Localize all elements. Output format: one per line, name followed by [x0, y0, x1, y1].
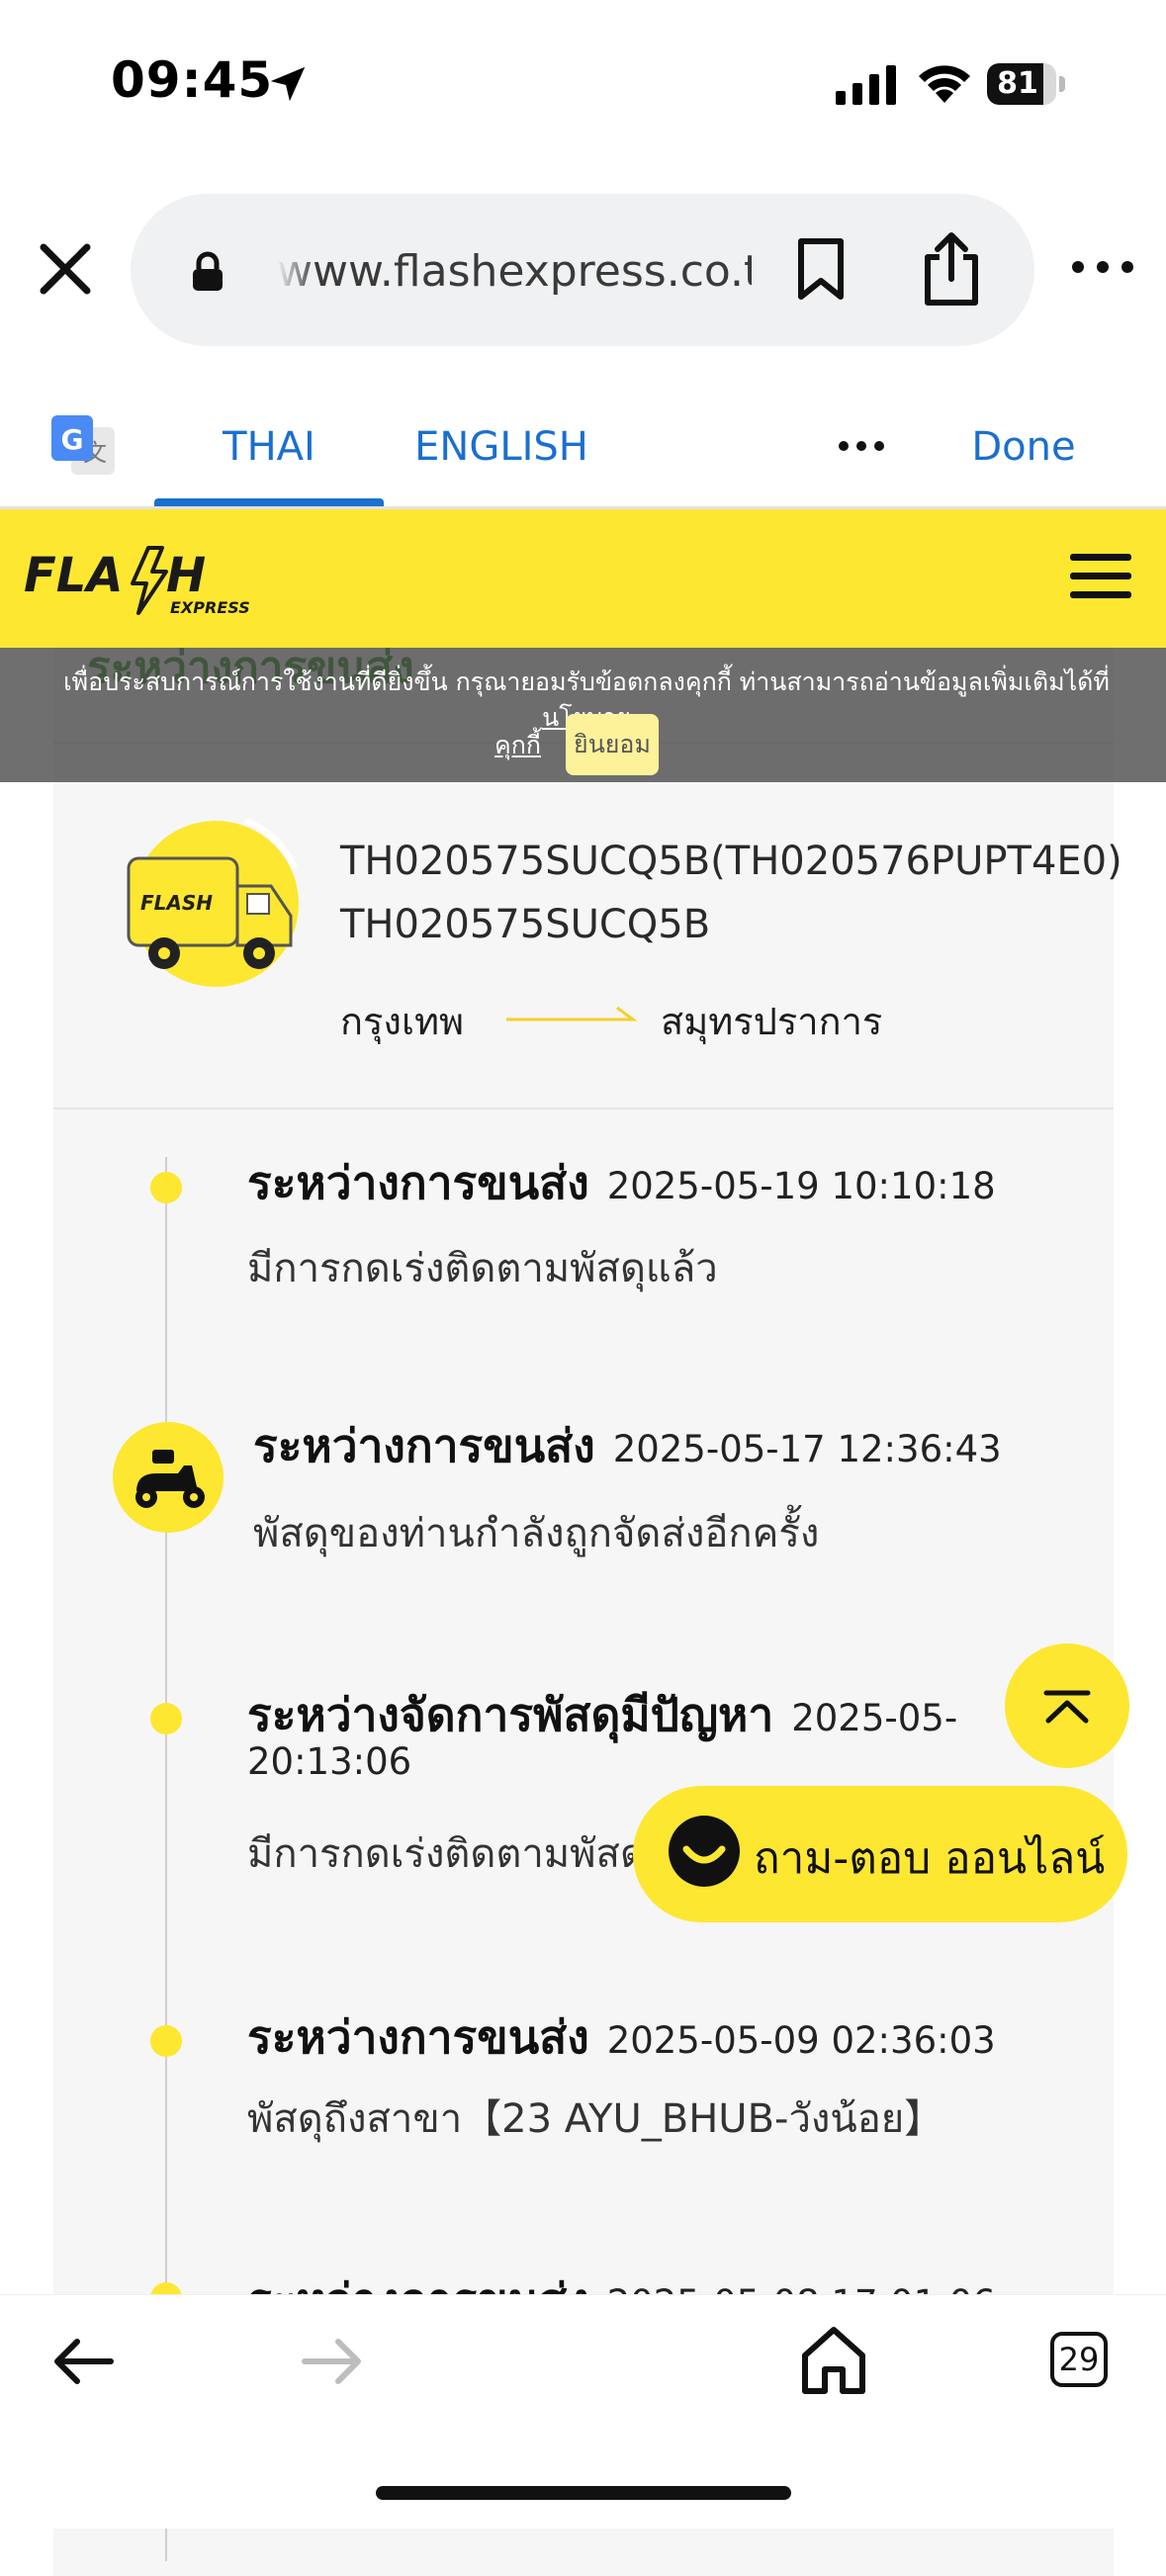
event-status: ระหว่างการขนส่ง [247, 2010, 589, 2064]
route-arrow-icon [506, 1006, 638, 1022]
home-icon[interactable] [799, 2324, 868, 2395]
destination-city: สมุทรปราการ [661, 1000, 883, 1043]
bookmark-icon[interactable] [795, 237, 847, 301]
hamburger-icon[interactable] [1070, 552, 1131, 601]
chat-icon [669, 1816, 740, 1887]
more-icon[interactable] [1068, 247, 1137, 287]
google-translate-icon: 文 G [51, 415, 115, 475]
status-time: 09:45 [111, 51, 274, 109]
timeline-dot [150, 2025, 182, 2057]
back-icon[interactable] [51, 2334, 115, 2389]
svg-text:G: G [61, 423, 84, 456]
timeline-event-heading: ระหว่างการขนส่ง 2025-05-19 10:10:18 [247, 1147, 996, 1219]
close-icon[interactable] [34, 237, 97, 301]
event-time: 2025-05-09 02:36:03 [606, 2019, 996, 2062]
forward-icon[interactable] [301, 2334, 364, 2389]
event-status: ระหว่างการขนส่ง [253, 1419, 595, 1472]
divider [53, 1108, 1114, 1110]
tab-thai[interactable]: THAI [154, 415, 384, 504]
event-description: มีการกดเร่งติดตามพัสดุแล้ว [247, 1831, 643, 1877]
scooter-marker [113, 1422, 224, 1533]
svg-text:FLASH: FLASH [140, 891, 213, 915]
scroll-top-button[interactable] [1005, 1643, 1129, 1768]
event-status: ระหว่างการขนส่ง [247, 1156, 589, 1209]
done-button[interactable]: Done [949, 415, 1098, 479]
scooter-icon [135, 1450, 205, 1508]
battery-icon: 81 [987, 63, 1066, 105]
event-description: พัสดุถึงสาขา【23 AYU_BHUB-วังน้อย】 [247, 2096, 944, 2142]
svg-text:EXPRESS: EXPRESS [170, 598, 250, 617]
tabs-icon[interactable]: 29 [1050, 2332, 1116, 2393]
timeline-dot [150, 1172, 182, 1203]
truck-icon: FLASH [127, 818, 299, 987]
event-time-continued: 20:13:06 [247, 1740, 412, 1783]
tracking-number-combined: TH020575SUCQ5B(TH020576PUPT4E0) [340, 839, 1122, 884]
translate-more-icon[interactable] [837, 431, 886, 461]
timeline-dot [150, 1703, 182, 1734]
event-status: ระหว่างจัดการพัสดุมีปัญหา [247, 1688, 774, 1741]
tracking-number: TH020575SUCQ5B [340, 902, 711, 947]
svg-text:FLA: FLA [24, 548, 124, 603]
flash-express-logo[interactable]: FLA H EXPRESS [22, 534, 259, 623]
home-indicator[interactable] [376, 2486, 791, 2500]
cookie-message: เพื่อประสบการณ์การใช้งานที่ดียิ่งขึ้น กร… [63, 667, 1110, 696]
share-icon[interactable] [920, 231, 983, 307]
event-description: มีการกดเร่งติดตามพัสดุแล้ว [247, 1246, 718, 1291]
wifi-icon [919, 65, 970, 103]
location-arrow-icon [270, 66, 306, 102]
cookie-policy-link-2[interactable]: คุกกี้ [494, 726, 541, 765]
cookie-accept-button[interactable]: ยินยอม [566, 714, 659, 775]
event-time: 2025-05-19 10:10:18 [606, 1165, 996, 1207]
timeline-event-heading: ระหว่างการขนส่ง 2025-05-17 12:36:43 [253, 1410, 1002, 1482]
tab-english[interactable]: ENGLISH [396, 415, 607, 479]
url-text[interactable]: www.flashexpress.co.th [277, 241, 752, 303]
event-time: 2025-05-17 12:36:43 [612, 1428, 1002, 1470]
origin-city: กรุงเทพ [340, 1000, 465, 1043]
signal-icon [836, 65, 896, 105]
timeline-event-heading: ระหว่างการขนส่ง 2025-05-09 02:36:03 [247, 2001, 996, 2074]
lock-icon [193, 251, 223, 291]
event-time: 2025-05- [791, 1697, 958, 1739]
battery-level: 81 [997, 66, 1038, 101]
tab-active-indicator [154, 498, 384, 506]
event-description: พัสดุของท่านกำลังถูกจัดส่งอีกครั้ง [253, 1511, 820, 1556]
svg-text:H: H [166, 548, 206, 603]
tabs-count: 29 [1058, 2341, 1100, 2378]
scroll-top-icon [1043, 1690, 1091, 1724]
chat-label[interactable]: ถาม-ตอบ ออนไลน์ [754, 1823, 1105, 1893]
